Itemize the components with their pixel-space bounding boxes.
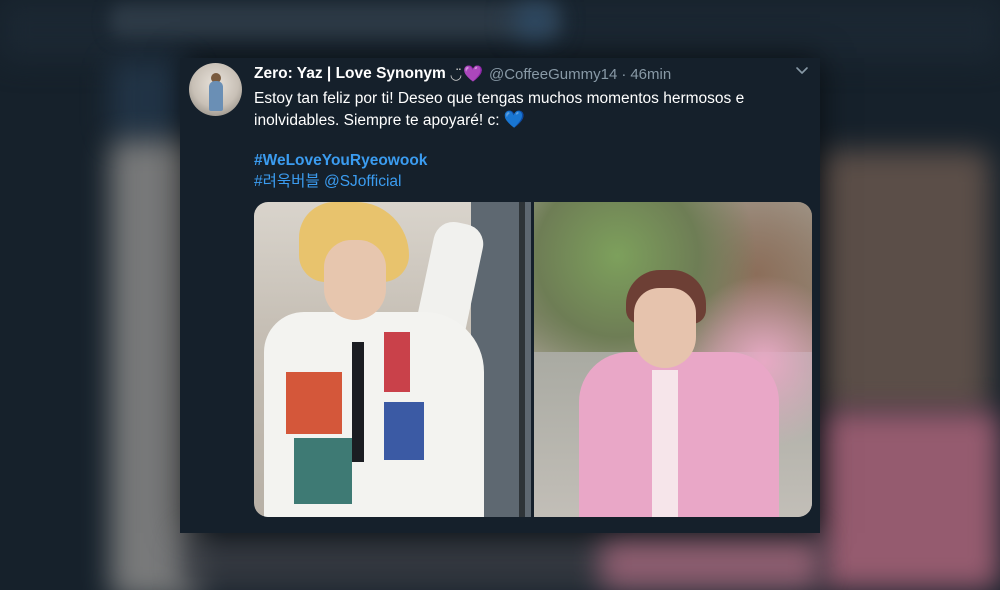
separator-dot: · xyxy=(621,65,627,83)
tweet-header: Zero: Yaz | Love Synonym ◡̈ 💜 @CoffeeGum… xyxy=(254,64,810,84)
backdrop-photo-pink xyxy=(820,410,1000,590)
media-photo-2[interactable] xyxy=(534,202,812,517)
photo-face xyxy=(634,288,696,368)
shirt-patch-red xyxy=(286,372,342,434)
tweet-text: Estoy tan feliz por ti! Deseo que tengas… xyxy=(254,88,794,131)
backdrop-avatar xyxy=(515,3,555,39)
user-handle[interactable]: @CoffeeGummy14 xyxy=(489,66,617,83)
blue-heart-emoji: 💙 xyxy=(503,110,526,129)
photo-tie xyxy=(352,342,364,462)
shirt-patch-blue xyxy=(384,402,424,460)
shirt-patch-text xyxy=(384,332,410,392)
purple-heart-emoji: 💜 xyxy=(463,66,483,83)
backdrop-photo-right xyxy=(820,150,990,410)
backdrop-search xyxy=(110,4,560,38)
avatar[interactable] xyxy=(189,63,242,116)
photo-inner-shirt xyxy=(652,370,678,517)
photo-jacket xyxy=(579,352,779,517)
backdrop-panel xyxy=(110,60,190,140)
smile-emoji: ◡̈ xyxy=(449,65,463,82)
hashtag-main[interactable]: #WeLoveYouRyeowook xyxy=(254,150,427,171)
shirt-patch-green xyxy=(294,438,352,504)
tweet-tags: #WeLoveYouRyeowook #려욱버블 @SJofficial xyxy=(254,150,427,192)
tweet-text-content: Estoy tan feliz por ti! Deseo que tengas… xyxy=(254,90,745,129)
hashtag-korean[interactable]: #려욱버블 xyxy=(254,173,320,190)
tweet-card[interactable]: Zero: Yaz | Love Synonym ◡̈ 💜 @CoffeeGum… xyxy=(180,58,820,533)
media-photo-1[interactable] xyxy=(254,202,531,517)
chevron-down-icon[interactable] xyxy=(794,62,810,78)
timestamp[interactable]: 46min xyxy=(630,66,671,83)
display-name[interactable]: Zero: Yaz | Love Synonym xyxy=(254,65,446,83)
tweet-media xyxy=(254,202,812,517)
avatar-figure xyxy=(209,81,223,111)
photo-face xyxy=(324,240,386,320)
photo-wall-edge xyxy=(519,202,525,517)
mention-link[interactable]: @SJofficial xyxy=(324,173,401,190)
backdrop-bottom-pink xyxy=(600,535,820,590)
